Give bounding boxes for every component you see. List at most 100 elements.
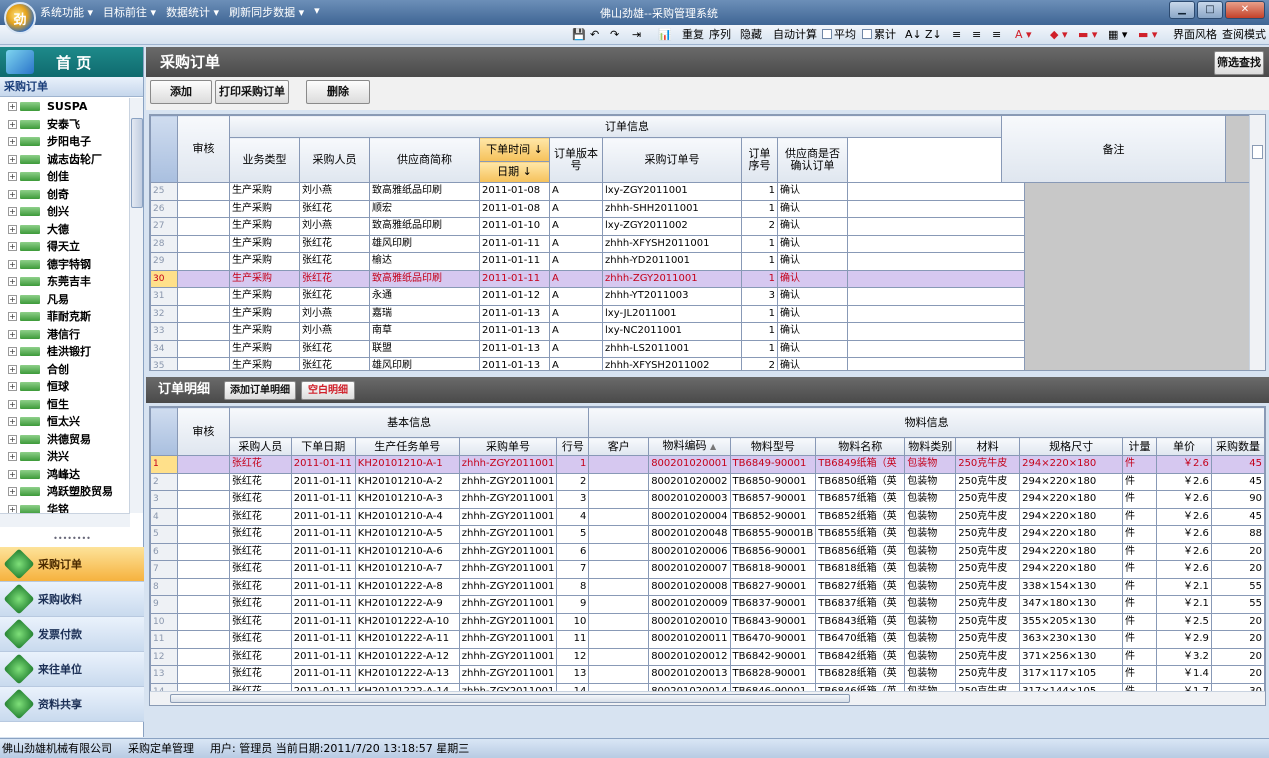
cell-aud[interactable] xyxy=(176,490,230,509)
cell-task[interactable]: KH20101210-A-6 xyxy=(354,542,460,561)
cell-name[interactable]: TB6843纸箱（英 xyxy=(815,612,906,631)
cell-aud[interactable] xyxy=(176,507,230,526)
cell-po[interactable]: zhhh-SHH2011001 xyxy=(602,199,742,218)
cell-spec[interactable]: 338×154×130 xyxy=(1019,577,1124,596)
tree-item[interactable]: + 洪兴 xyxy=(0,448,144,466)
tree-horizontal-scrollbar[interactable] xyxy=(0,513,130,527)
cell-task[interactable]: KH20101222-A-12 xyxy=(354,647,460,666)
header-audit[interactable]: 审核 xyxy=(176,407,230,456)
cell-po[interactable]: lxy-ZGY2011002 xyxy=(602,217,742,236)
cell-buyer[interactable]: 张红花 xyxy=(228,490,292,509)
header-material-name[interactable]: 物料名称 xyxy=(815,437,906,456)
cell-name[interactable]: TB6857纸箱（英 xyxy=(815,490,906,509)
row-number[interactable]: 5 xyxy=(150,525,178,544)
row-number[interactable]: 10 xyxy=(150,612,178,631)
cell-remark[interactable] xyxy=(847,322,1025,341)
table-row[interactable]: 4 张红花 2011-01-11 KH20101210-A-4 zhhh-ZGY2011… xyxy=(150,507,1265,526)
cell-seq[interactable]: 1 xyxy=(741,182,778,201)
close-button[interactable]: ✕ xyxy=(1225,1,1265,19)
cell-spec[interactable]: 294×220×180 xyxy=(1019,490,1124,509)
tree-item[interactable]: + 诚志齿轮厂 xyxy=(0,151,144,169)
cell-price[interactable]: ￥2.6 xyxy=(1156,507,1212,526)
cell-aud[interactable] xyxy=(177,199,230,218)
cell-code[interactable]: 800201020048 xyxy=(648,525,731,544)
filter-search-button[interactable]: 筛选查找 xyxy=(1214,51,1264,75)
row-number[interactable]: 3 xyxy=(150,490,178,509)
cell-aud[interactable] xyxy=(176,665,230,684)
cell-unit[interactable]: 件 xyxy=(1122,560,1158,579)
cell-aud[interactable] xyxy=(176,542,230,561)
blank-detail-button[interactable]: 空白明细 xyxy=(301,381,355,400)
header-spec[interactable]: 规格尺寸 xyxy=(1019,437,1124,456)
table-row[interactable]: 29 生产采购 张红花 榆达 2011-01-11 Azhhh-YD2011001 1 确认 xyxy=(150,252,1250,271)
cell-spec[interactable]: 294×220×180 xyxy=(1019,560,1124,579)
cell-remark[interactable] xyxy=(847,217,1025,236)
cell-seq[interactable]: 1 xyxy=(741,339,778,358)
table-row[interactable]: 27 生产采购 刘小燕 致高雅纸品印刷 2011-01-10 Alxy-ZGY201100… xyxy=(150,217,1250,236)
toolbar-item[interactable]: ◆ ▾ xyxy=(1050,27,1067,42)
tree-item[interactable]: + 步阳电子 xyxy=(0,133,144,151)
tree-item[interactable]: + 恒球 xyxy=(0,378,144,396)
cell-name[interactable]: TB6855纸箱（英 xyxy=(815,525,906,544)
header-task-no[interactable]: 生产任务单号 xyxy=(354,437,460,456)
cell-po[interactable]: zhhh-XFYSH2011001 xyxy=(602,234,742,253)
table-row[interactable]: 1 张红花 2011-01-11 KH20101210-A-1 zhhh-ZGY2011… xyxy=(150,455,1265,474)
tree-item[interactable]: + 安泰飞 xyxy=(0,116,144,134)
cell-unit[interactable]: 件 xyxy=(1122,630,1158,649)
cell-cust[interactable] xyxy=(588,612,650,631)
cell-model[interactable]: TB6857-90001 xyxy=(729,490,817,509)
cell-code[interactable]: 800201020010 xyxy=(648,612,731,631)
row-number[interactable]: 4 xyxy=(150,507,178,526)
cell-unit[interactable]: 件 xyxy=(1122,472,1158,491)
row-number[interactable]: 2 xyxy=(150,472,178,491)
cell-task[interactable]: KH20101222-A-10 xyxy=(354,612,460,631)
cell-qty[interactable]: 20 xyxy=(1210,542,1265,561)
cell-cust[interactable] xyxy=(588,472,650,491)
cell-date[interactable]: 2011-01-13 xyxy=(479,304,550,323)
toolbar-item[interactable]: 查阅模式 xyxy=(1222,27,1266,42)
cell-price[interactable]: ￥3.2 xyxy=(1156,647,1212,666)
table-row[interactable]: 8 张红花 2011-01-11 KH20101222-A-8 zhhh-ZGY2011… xyxy=(150,577,1265,596)
cell-po[interactable]: zhhh-ZGY2011001 xyxy=(458,490,558,509)
cell-name[interactable]: TB6842纸箱（英 xyxy=(815,647,906,666)
details-horizontal-scrollbar[interactable] xyxy=(150,691,1265,705)
cell-buyer[interactable]: 刘小燕 xyxy=(299,322,370,341)
cell-unit[interactable]: 件 xyxy=(1122,542,1158,561)
toolbar-item[interactable]: A ▾ xyxy=(1015,27,1032,42)
row-number[interactable]: 31 xyxy=(150,287,178,306)
cell-aud[interactable] xyxy=(176,560,230,579)
cell-buyer[interactable]: 张红花 xyxy=(299,252,370,271)
cell-ver[interactable]: A xyxy=(549,287,603,306)
cell-remark[interactable] xyxy=(847,304,1025,323)
header-version[interactable]: 订单版本号 xyxy=(549,137,603,183)
cell-spec[interactable]: 294×220×180 xyxy=(1019,507,1124,526)
cell-line[interactable]: 11 xyxy=(556,630,590,649)
nav-item[interactable]: 资料共享 xyxy=(0,687,144,722)
table-row[interactable]: 11 张红花 2011-01-11 KH20101222-A-11 zhhh-ZGY20… xyxy=(150,630,1265,649)
cell-model[interactable]: TB6470-90001 xyxy=(729,630,817,649)
cell-type[interactable]: 生产采购 xyxy=(229,252,300,271)
table-row[interactable]: 34 生产采购 张红花 联盟 2011-01-13 Azhhh-LS2011001 1 确认 xyxy=(150,339,1250,358)
row-number[interactable]: 33 xyxy=(150,322,178,341)
cell-date[interactable]: 2011-01-11 xyxy=(479,252,550,271)
cell-date[interactable]: 2011-01-12 xyxy=(479,287,550,306)
table-row[interactable]: 35 生产采购 张红花 雄风印刷 2011-01-13 Azhhh-XFYSH201100… xyxy=(150,357,1250,370)
cell-qty[interactable]: 20 xyxy=(1210,630,1265,649)
toolbar-item[interactable]: 界面风格 xyxy=(1173,27,1217,42)
cell-cust[interactable] xyxy=(588,507,650,526)
expand-icon[interactable]: + xyxy=(8,382,17,392)
cell-supplier[interactable]: 雄风印刷 xyxy=(369,234,480,253)
cell-line[interactable]: 10 xyxy=(556,612,590,631)
header-material-category[interactable]: 物料类别 xyxy=(904,437,957,456)
header-unit[interactable]: 计量 xyxy=(1122,437,1158,456)
cell-line[interactable]: 5 xyxy=(556,525,590,544)
tree-vertical-scrollbar[interactable] xyxy=(129,98,143,513)
cell-cat[interactable]: 包装物 xyxy=(904,507,957,526)
cell-code[interactable]: 800201020002 xyxy=(648,472,731,491)
expand-icon[interactable]: + xyxy=(8,119,17,129)
cell-mat[interactable]: 250克牛皮 xyxy=(955,490,1021,509)
cell-ver[interactable]: A xyxy=(549,182,603,201)
cell-cat[interactable]: 包装物 xyxy=(904,647,957,666)
cell-date[interactable]: 2011-01-08 xyxy=(479,199,550,218)
cell-date[interactable]: 2011-01-13 xyxy=(479,322,550,341)
